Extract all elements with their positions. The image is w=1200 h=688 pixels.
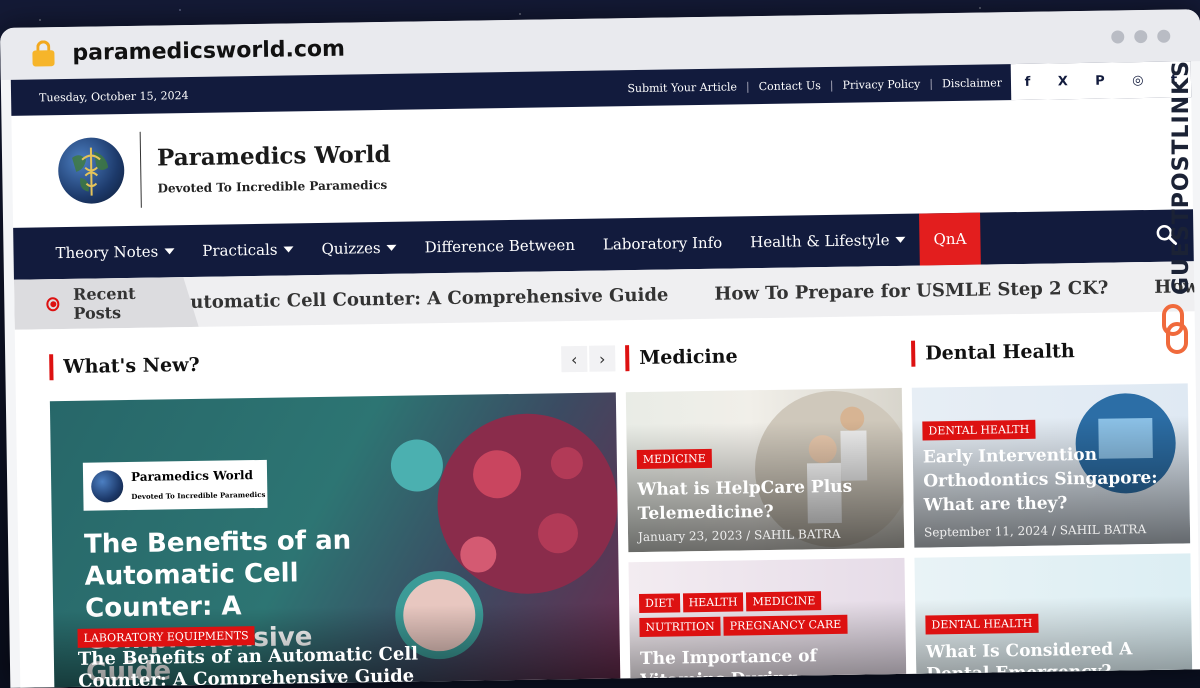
top-links: Submit Your Article | Contact Us | Privacy…: [618, 64, 1011, 106]
watermark: GUESTPOSTLINKS: [1156, 60, 1196, 360]
category-badge[interactable]: DENTAL HEALTH: [922, 419, 1036, 441]
web-page: Tuesday, October 15, 2024 Submit Your Ar…: [10, 61, 1200, 688]
site-logo[interactable]: [57, 137, 125, 205]
caret-down-icon: [283, 246, 294, 253]
post-title[interactable]: What is HelpCare Plus Telemedicine?: [637, 474, 888, 526]
lock-icon: [32, 40, 55, 67]
medicine-section: Medicine MEDICINE What is HelpCare Plus …: [625, 334, 907, 688]
chevron-left-icon[interactable]: ‹: [561, 345, 588, 373]
facebook-icon[interactable]: f: [1025, 74, 1031, 89]
category-badge[interactable]: MEDICINE: [746, 591, 822, 612]
hero-logo: Paramedics World Devoted To Incredible Pa…: [82, 459, 268, 511]
site-branding: Paramedics World Devoted To Incredible P…: [11, 97, 1193, 228]
category-badge[interactable]: LABORATORY EQUIPMENTS: [77, 626, 255, 648]
chevron-right-icon[interactable]: ›: [589, 345, 616, 372]
nav-laboratory-info[interactable]: Laboratory Info: [589, 216, 737, 270]
section-title: What's New?: [49, 351, 200, 381]
dot-icon: [1157, 29, 1171, 43]
privacy-policy-link[interactable]: Privacy Policy: [833, 77, 929, 92]
globe-icon: [90, 470, 124, 503]
dot-icon: [1111, 29, 1125, 44]
nav-difference-between[interactable]: Difference Between: [410, 219, 589, 274]
post-title[interactable]: The Importance of Vitamins During Pregna…: [640, 644, 891, 688]
nav-health-lifestyle[interactable]: Health & Lifestyle: [736, 214, 920, 269]
caret-down-icon: [386, 244, 397, 251]
x-icon[interactable]: X: [1058, 74, 1068, 89]
category-badge[interactable]: PREGNANCY CARE: [723, 614, 848, 636]
section-title: Dental Health: [911, 338, 1075, 367]
category-badge[interactable]: DIET: [638, 593, 680, 614]
category-badge[interactable]: MEDICINE: [636, 448, 712, 470]
post-title[interactable]: Early Intervention Orthodontics Singapor…: [923, 442, 1174, 518]
post-card[interactable]: MEDICINE What is HelpCare Plus Telemedic…: [625, 387, 905, 553]
recent-posts-label: Recent Posts: [14, 277, 199, 330]
post-card[interactable]: DIET HEALTH MEDICINE NUTRITION PREGNANCY CAR…: [628, 557, 907, 688]
submit-article-link[interactable]: Submit Your Article: [618, 80, 746, 95]
whats-new-section: What's New? ‹ › Paramedics WorldDevoted: [49, 338, 621, 688]
caret-down-icon: [164, 248, 175, 255]
url-text[interactable]: paramedicsworld.com: [72, 36, 345, 65]
post-title[interactable]: What Is Considered A Dental Emergency?: [926, 638, 1177, 686]
category-badge[interactable]: HEALTH: [682, 592, 744, 613]
current-date: Tuesday, October 15, 2024: [38, 88, 189, 104]
caret-down-icon: [895, 236, 906, 243]
dot-icon: [1134, 29, 1148, 43]
main-content: What's New? ‹ › Paramedics WorldDevoted: [15, 311, 1200, 688]
nav-qna[interactable]: QnA: [919, 212, 981, 266]
browser-window: paramedicsworld.com Tuesday, October 15,…: [0, 9, 1200, 688]
window-controls: [1111, 10, 1171, 63]
post-card[interactable]: DENTAL HEALTH What Is Considered A Denta…: [914, 553, 1193, 688]
nav-practicals[interactable]: Practicals: [188, 223, 308, 277]
ticker-item[interactable]: utomatic Cell Counter: A Comprehensive G…: [190, 284, 668, 313]
site-title[interactable]: Paramedics World: [157, 140, 391, 171]
record-icon: [46, 297, 59, 311]
ticker-item[interactable]: How To Prepare for USMLE Step 2 CK?: [714, 277, 1108, 304]
nav-quizzes[interactable]: Quizzes: [307, 222, 411, 276]
disclaimer-link[interactable]: Disclaimer: [933, 76, 1011, 90]
dental-health-section: Dental Health DENTAL HEALTH Early Interv…: [911, 329, 1193, 688]
featured-post[interactable]: Paramedics World Devoted To Incredible Pa…: [49, 392, 621, 688]
category-badge[interactable]: NUTRITION: [639, 616, 721, 638]
link-icon: [1162, 304, 1188, 354]
watermark-text: GUESTPOSTLINKS: [1169, 60, 1194, 295]
category-badge[interactable]: DENTAL HEALTH: [925, 613, 1039, 635]
site-tagline: Devoted To Incredible Paramedics: [157, 177, 388, 196]
section-title: Medicine: [625, 343, 738, 372]
contact-us-link[interactable]: Contact Us: [750, 78, 830, 93]
featured-title[interactable]: The Benefits of an Automatic Cell Counte…: [78, 642, 499, 688]
pinterest-icon[interactable]: P: [1095, 73, 1105, 88]
instagram-icon[interactable]: ◎: [1132, 73, 1144, 88]
nav-theory-notes[interactable]: Theory Notes: [13, 225, 189, 280]
logo-divider: [139, 131, 142, 208]
post-card[interactable]: DENTAL HEALTH Early Intervention Orthodo…: [911, 383, 1191, 548]
